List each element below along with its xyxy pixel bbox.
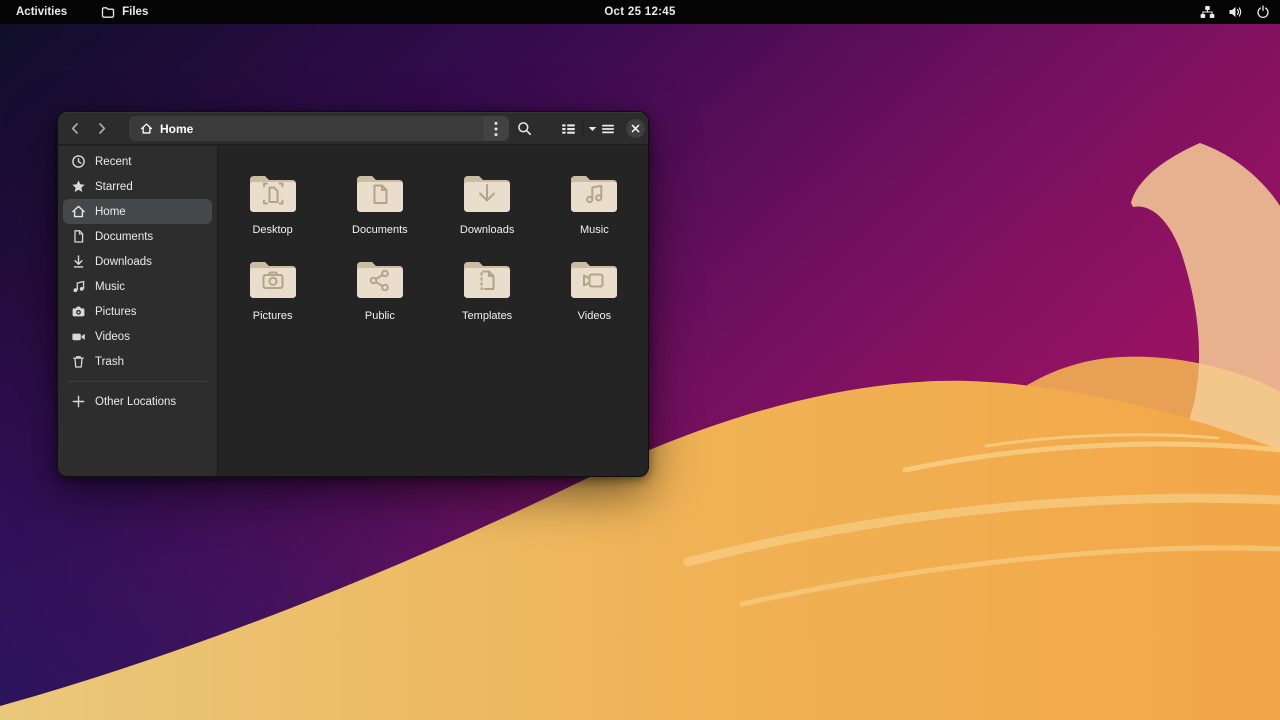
folder-item-videos[interactable]: Videos <box>544 259 644 322</box>
system-status-area[interactable] <box>1200 0 1270 24</box>
folder-icon <box>356 176 403 212</box>
sidebar-item-recent[interactable]: Recent <box>63 149 212 174</box>
folder-item-public[interactable]: Public <box>330 259 430 322</box>
folder-icon <box>249 176 296 212</box>
path-menu-button[interactable] <box>483 116 509 141</box>
folder-name: Pictures <box>252 310 293 322</box>
list-view-icon <box>562 123 575 134</box>
sidebar-item-label: Videos <box>95 330 130 343</box>
folder-icon <box>571 262 618 298</box>
home-icon <box>72 205 85 218</box>
sidebar-item-label: Starred <box>95 180 133 193</box>
search-button[interactable] <box>511 116 537 141</box>
main-menu-button[interactable] <box>595 116 621 141</box>
sidebar-item-label: Documents <box>95 230 154 243</box>
folder-item-documents[interactable]: Documents <box>330 173 430 236</box>
folder-icon <box>464 176 511 212</box>
close-button[interactable] <box>626 119 645 138</box>
sidebar-item-trash[interactable]: Trash <box>63 349 212 374</box>
close-icon <box>631 124 640 133</box>
sidebar-item-label: Trash <box>95 355 124 368</box>
chevron-left-icon <box>71 123 78 134</box>
folder-item-music[interactable]: Music <box>544 173 644 236</box>
folder-item-templates[interactable]: Templates <box>437 259 537 322</box>
sidebar-item-videos[interactable]: Videos <box>63 324 212 349</box>
folder-icon <box>356 262 403 298</box>
folder-name: Videos <box>577 310 612 322</box>
folder-name: Public <box>364 310 395 322</box>
chevron-right-icon <box>98 123 105 134</box>
volume-icon <box>1229 7 1242 17</box>
sidebar-item-starred[interactable]: Starred <box>63 174 212 199</box>
headerbar: Home <box>58 112 648 145</box>
back-button[interactable] <box>62 116 88 141</box>
home-icon <box>140 122 153 135</box>
top-panel: Activities Files Oct 25 12:45 <box>0 0 1280 24</box>
power-icon <box>1257 5 1269 19</box>
app-indicator-label: Files <box>122 6 149 18</box>
sidebar-item-label: Other Locations <box>95 395 177 408</box>
folder-item-downloads[interactable]: Downloads <box>437 173 537 236</box>
folder-name: Documents <box>352 224 408 236</box>
sidebar-item-label: Home <box>95 205 126 218</box>
search-icon <box>517 122 531 136</box>
network-icon <box>1200 6 1215 18</box>
video-icon <box>72 333 85 341</box>
folder-name: Templates <box>462 310 513 322</box>
sidebar-item-downloads[interactable]: Downloads <box>63 249 212 274</box>
path-bar[interactable]: Home <box>129 116 509 141</box>
sidebar-separator <box>68 381 207 382</box>
folder-item-pictures[interactable]: Pictures <box>223 259 323 322</box>
sidebar-item-label: Recent <box>95 155 132 168</box>
sidebar-item-label: Pictures <box>95 305 137 318</box>
document-icon <box>74 230 84 243</box>
sidebar-item-label: Music <box>95 280 126 293</box>
trash-icon <box>73 356 84 368</box>
clock[interactable]: Oct 25 12:45 <box>604 6 675 18</box>
hamburger-icon <box>602 124 614 133</box>
sidebar-item-label: Downloads <box>95 255 152 268</box>
focused-app-indicator[interactable]: Files <box>101 6 148 19</box>
sidebar-item-other-locations[interactable]: Other Locations <box>63 389 212 414</box>
view-list-button[interactable] <box>555 116 582 141</box>
folder-name: Music <box>580 224 609 236</box>
sidebar-item-home[interactable]: Home <box>63 199 212 224</box>
starred-icon <box>72 180 85 192</box>
forward-button[interactable] <box>88 116 114 141</box>
sidebar: Recent Starred Home Documents Downloads … <box>58 146 218 476</box>
folder-icon <box>571 176 618 212</box>
folder-icon <box>249 262 296 298</box>
folder-name: Desktop <box>252 224 293 236</box>
plus-icon <box>72 395 85 408</box>
current-location-label: Home <box>160 121 194 136</box>
folder-name: Downloads <box>459 224 515 236</box>
download-icon <box>73 255 84 268</box>
folder-icon <box>464 262 511 298</box>
desktop: Activities Files Oct 25 12:45 Home Recen… <box>0 0 1280 720</box>
file-grid: Desktop Documents Downloads Music Pictur… <box>219 146 648 476</box>
sidebar-item-pictures[interactable]: Pictures <box>63 299 212 324</box>
vertical-dots-icon <box>494 121 498 136</box>
music-icon <box>73 280 85 293</box>
camera-icon <box>72 306 85 317</box>
files-window: Home Recent Starred Home Documents Downl… <box>57 111 649 477</box>
folder-item-desktop[interactable]: Desktop <box>223 173 323 236</box>
recent-icon <box>72 155 85 168</box>
sidebar-item-music[interactable]: Music <box>63 274 212 299</box>
activities-button[interactable]: Activities <box>10 4 73 20</box>
files-app-icon <box>101 6 115 18</box>
sidebar-item-documents[interactable]: Documents <box>63 224 212 249</box>
